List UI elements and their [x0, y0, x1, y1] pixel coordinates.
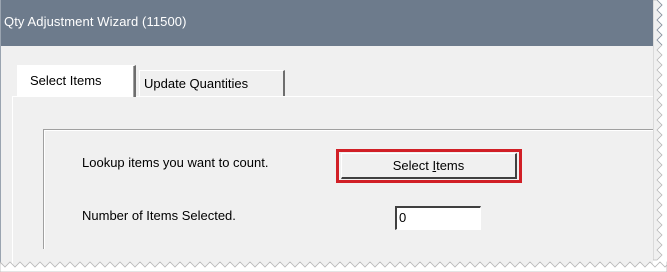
tab-strip-divider — [136, 96, 653, 97]
torn-edge-bottom — [0, 261, 667, 272]
items-selected-count-field[interactable]: 0 — [395, 206, 481, 230]
tab-update-quantities[interactable]: Update Quantities — [139, 70, 285, 96]
window-title: Qty Adjustment Wizard (11500) — [4, 14, 187, 29]
select-items-button[interactable]: Select Items — [341, 153, 517, 179]
select-items-group — [43, 129, 653, 249]
tab-update-quantities-label: Update Quantities — [144, 76, 249, 91]
items-selected-label: Number of Items Selected. — [82, 208, 236, 223]
tab-select-items-label: Select Items — [30, 73, 102, 88]
lookup-items-label: Lookup items you want to count. — [82, 155, 269, 170]
title-bar: Qty Adjustment Wizard (11500) — [1, 0, 654, 46]
select-items-button-text-after: tems — [436, 158, 465, 173]
torn-edge-right — [653, 0, 663, 261]
select-items-button-text-before: Select — [392, 158, 433, 173]
tab-select-items[interactable]: Select Items — [17, 65, 136, 97]
